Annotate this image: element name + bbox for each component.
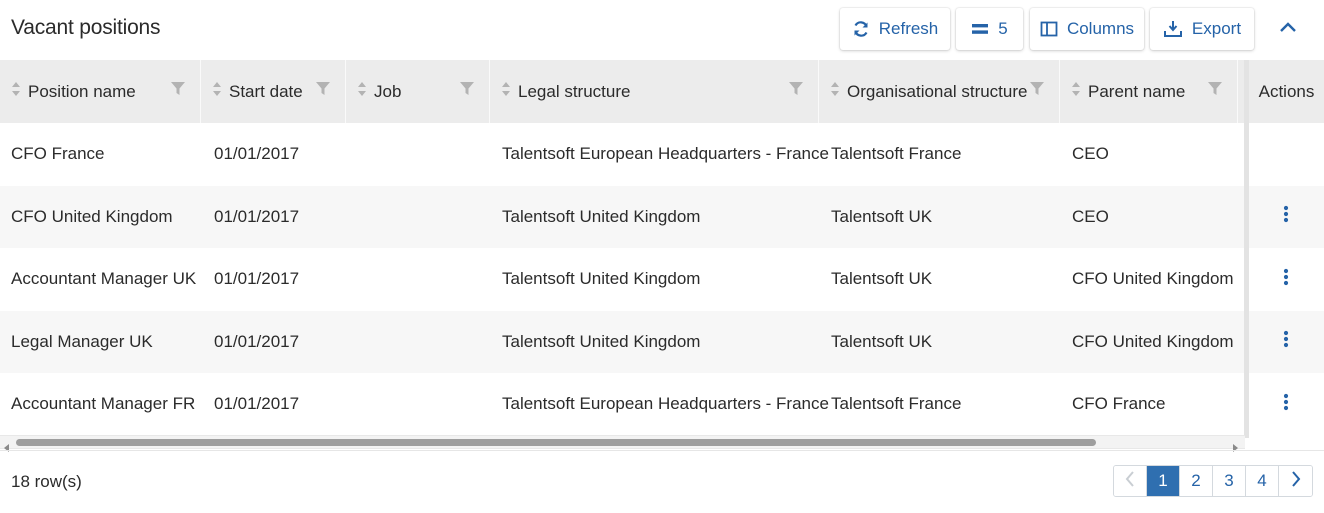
cell-legal-structure: Talentsoft European Headquarters - Franc…	[502, 394, 829, 414]
column-label: Actions	[1258, 81, 1315, 101]
cell-parent-name: CEO	[1072, 206, 1109, 226]
row-actions-button[interactable]	[1276, 248, 1296, 311]
cell-parent-name: CFO United Kingdom	[1072, 331, 1234, 351]
page-title: Vacant positions	[11, 16, 161, 39]
rows-per-page-label: 5	[998, 19, 1008, 38]
cell-position-name: CFO France	[11, 144, 105, 164]
next-page-button[interactable]	[1279, 466, 1312, 496]
cell-legal-structure: Talentsoft United Kingdom	[502, 331, 701, 351]
chevron-up-icon	[1279, 20, 1297, 38]
filter-icon[interactable]	[1029, 81, 1045, 102]
scroll-left-arrow-icon[interactable]	[3, 439, 11, 457]
column-header-start-date[interactable]: Start date	[201, 60, 346, 123]
cell-parent-name: CEO	[1072, 144, 1109, 164]
column-label: Position name	[28, 81, 136, 101]
chevron-right-icon	[1291, 470, 1301, 492]
column-header-legal-structure[interactable]: Legal structure	[490, 60, 819, 123]
cell-start-date: 01/01/2017	[214, 144, 300, 164]
column-header-actions: Actions	[1249, 60, 1324, 123]
refresh-button[interactable]: Refresh	[840, 8, 950, 50]
cell-start-date: 01/01/2017	[214, 394, 300, 414]
cell-legal-structure: Talentsoft United Kingdom	[502, 269, 701, 289]
cell-legal-structure: Talentsoft United Kingdom	[502, 206, 701, 226]
columns-button[interactable]: Columns	[1030, 8, 1144, 50]
kebab-icon	[1283, 268, 1289, 291]
column-label: Parent name	[1088, 81, 1186, 101]
previous-page-button[interactable]	[1114, 466, 1147, 496]
cell-position-name: Legal Manager UK	[11, 331, 153, 351]
cell-parent-name: CFO France	[1072, 394, 1166, 414]
refresh-label: Refresh	[878, 19, 939, 38]
export-icon	[1163, 20, 1183, 38]
cell-legal-structure: Talentsoft European Headquarters - Franc…	[502, 144, 829, 164]
table-row[interactable]: Legal Manager UK 01/01/2017 Talentsoft U…	[0, 310, 1324, 374]
panel-header: Vacant positions Refresh 5 Columns Expor…	[0, 0, 1324, 60]
export-label: Export	[1191, 19, 1242, 38]
scroll-right-arrow-icon[interactable]	[1231, 439, 1239, 457]
cell-position-name: Accountant Manager FR	[11, 394, 196, 414]
column-label: Start date	[229, 81, 303, 101]
cell-position-name: CFO United Kingdom	[11, 206, 173, 226]
table-row[interactable]: Accountant Manager FR 01/01/2017 Talents…	[0, 373, 1324, 436]
page-button-2[interactable]: 2	[1180, 466, 1213, 496]
sort-icon[interactable]	[357, 81, 367, 102]
row-count: 18 row(s)	[11, 472, 82, 491]
horizontal-scrollbar[interactable]	[0, 435, 1245, 452]
page-button-1[interactable]: 1	[1147, 466, 1180, 496]
filter-icon[interactable]	[1207, 81, 1223, 102]
refresh-icon	[852, 20, 870, 38]
filter-icon[interactable]	[459, 81, 475, 102]
cell-parent-name: CFO United Kingdom	[1072, 269, 1234, 289]
rows-icon	[971, 23, 989, 35]
sort-icon[interactable]	[501, 81, 511, 102]
chevron-left-icon	[1125, 470, 1135, 492]
column-label: Organisational structure	[847, 81, 1028, 101]
column-header-parent-name[interactable]: Parent name	[1060, 60, 1238, 123]
filter-icon[interactable]	[170, 81, 186, 102]
cell-organisational-structure: Talentsoft France	[831, 144, 962, 164]
collapse-button[interactable]	[1270, 12, 1306, 46]
cell-start-date: 01/01/2017	[214, 206, 300, 226]
export-button[interactable]: Export	[1150, 8, 1254, 50]
table-row[interactable]: CFO France 01/01/2017 Talentsoft Europea…	[0, 123, 1324, 186]
filter-icon[interactable]	[315, 81, 331, 102]
row-actions-button[interactable]	[1276, 186, 1296, 249]
cell-organisational-structure: Talentsoft UK	[831, 269, 933, 289]
row-actions-button[interactable]	[1276, 311, 1296, 374]
cell-position-name: Accountant Manager UK	[11, 269, 197, 289]
cell-organisational-structure: Talentsoft France	[831, 394, 962, 414]
columns-label: Columns	[1066, 19, 1135, 38]
columns-icon	[1040, 21, 1058, 37]
cell-organisational-structure: Talentsoft UK	[831, 331, 933, 351]
pagination: 1 2 3 4	[1113, 465, 1313, 497]
column-header-position-name[interactable]: Position name	[0, 60, 201, 123]
row-actions-button[interactable]	[1276, 373, 1296, 436]
rows-per-page-button[interactable]: 5	[956, 8, 1023, 50]
cell-organisational-structure: Talentsoft UK	[831, 206, 933, 226]
sort-icon[interactable]	[830, 81, 840, 102]
column-header-organisational-structure[interactable]: Organisational structure	[819, 60, 1060, 123]
column-label: Legal structure	[518, 81, 631, 101]
column-label: Job	[374, 81, 402, 101]
page-button-4[interactable]: 4	[1246, 466, 1279, 496]
filter-icon[interactable]	[788, 81, 804, 102]
kebab-icon	[1283, 205, 1289, 228]
table-header: Position name Start date Job Legal struc…	[0, 60, 1324, 123]
footer-divider	[0, 450, 1324, 451]
table-row[interactable]: Accountant Manager UK 01/01/2017 Talents…	[0, 248, 1324, 311]
scrollbar-thumb[interactable]	[16, 439, 1096, 446]
table-row[interactable]: CFO United Kingdom 01/01/2017 Talentsoft…	[0, 185, 1324, 249]
kebab-icon	[1283, 393, 1289, 416]
column-header-job[interactable]: Job	[346, 60, 490, 123]
sort-icon[interactable]	[212, 81, 222, 102]
sort-icon[interactable]	[1071, 81, 1081, 102]
sticky-column-divider	[1244, 60, 1249, 438]
cell-start-date: 01/01/2017	[214, 331, 300, 351]
page-button-3[interactable]: 3	[1213, 466, 1246, 496]
cell-start-date: 01/01/2017	[214, 269, 300, 289]
kebab-icon	[1283, 330, 1289, 353]
sort-icon[interactable]	[11, 81, 21, 102]
